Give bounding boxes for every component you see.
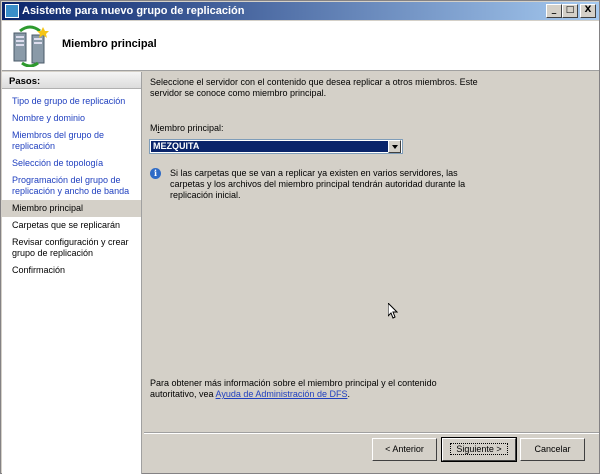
next-button[interactable]: Siguiente > bbox=[441, 437, 517, 462]
mouse-cursor-icon bbox=[388, 303, 398, 319]
info-icon: i bbox=[150, 168, 161, 179]
selected-member: MEZQUITA bbox=[151, 141, 388, 152]
wizard-header: Miembro principal bbox=[2, 21, 599, 71]
steps-sidebar: Pasos: Tipo de grupo de replicación Nomb… bbox=[2, 72, 142, 474]
sidebar-step-programacion[interactable]: Programación del grupo de replicación y … bbox=[2, 172, 141, 200]
chevron-down-icon[interactable] bbox=[388, 140, 401, 153]
info-text: Si las carpetas que se van a replicar ya… bbox=[170, 168, 466, 200]
more-info-text: Para obtener más información sobre el mi… bbox=[150, 378, 470, 400]
member-field-label: Miembro principal: bbox=[150, 123, 224, 133]
footer-divider bbox=[144, 432, 599, 434]
title-bar[interactable]: Asistente para nuevo grupo de replicació… bbox=[2, 2, 599, 20]
sidebar-step-carpetas: Carpetas que se replicarán bbox=[12, 220, 121, 230]
maximize-button[interactable]: □ bbox=[562, 4, 578, 18]
wizard-window: Asistente para nuevo grupo de replicació… bbox=[0, 0, 600, 474]
next-button-label: Siguiente > bbox=[450, 443, 508, 455]
replication-server-icon bbox=[13, 25, 49, 67]
window-controls: _ □ X bbox=[546, 4, 596, 18]
sidebar-step-revisar: Revisar configuración y crear grupo de r… bbox=[12, 237, 129, 258]
more-info-suffix: . bbox=[347, 389, 350, 399]
steps-heading: Pasos: bbox=[2, 72, 141, 89]
sidebar-step-nombre[interactable]: Nombre y dominio bbox=[2, 110, 141, 127]
sidebar-step-miembros[interactable]: Miembros del grupo de replicación bbox=[2, 127, 141, 155]
label-prefix: M bbox=[150, 123, 158, 133]
sidebar-step-topologia[interactable]: Selección de topología bbox=[2, 155, 141, 172]
sidebar-step-tipo[interactable]: Tipo de grupo de replicación bbox=[2, 93, 141, 110]
primary-member-select[interactable]: MEZQUITA bbox=[149, 139, 403, 154]
label-suffix: embro principal: bbox=[159, 123, 224, 133]
page-title: Miembro principal bbox=[62, 38, 157, 50]
intro-text: Seleccione el servidor con el contenido … bbox=[150, 77, 478, 98]
cancel-button[interactable]: Cancelar bbox=[520, 438, 585, 461]
app-icon bbox=[5, 4, 19, 18]
sidebar-step-confirmacion: Confirmación bbox=[12, 265, 66, 275]
back-button[interactable]: < Anterior bbox=[372, 438, 437, 461]
sidebar-step-miembro-principal: Miembro principal bbox=[2, 200, 141, 217]
minimize-button[interactable]: _ bbox=[546, 4, 562, 18]
main-content: Seleccione el servidor con el contenido … bbox=[144, 72, 599, 432]
dfs-help-link[interactable]: Ayuda de Administración de DFS bbox=[216, 389, 348, 399]
close-button[interactable]: X bbox=[580, 4, 596, 18]
window-title: Asistente para nuevo grupo de replicació… bbox=[22, 5, 245, 17]
